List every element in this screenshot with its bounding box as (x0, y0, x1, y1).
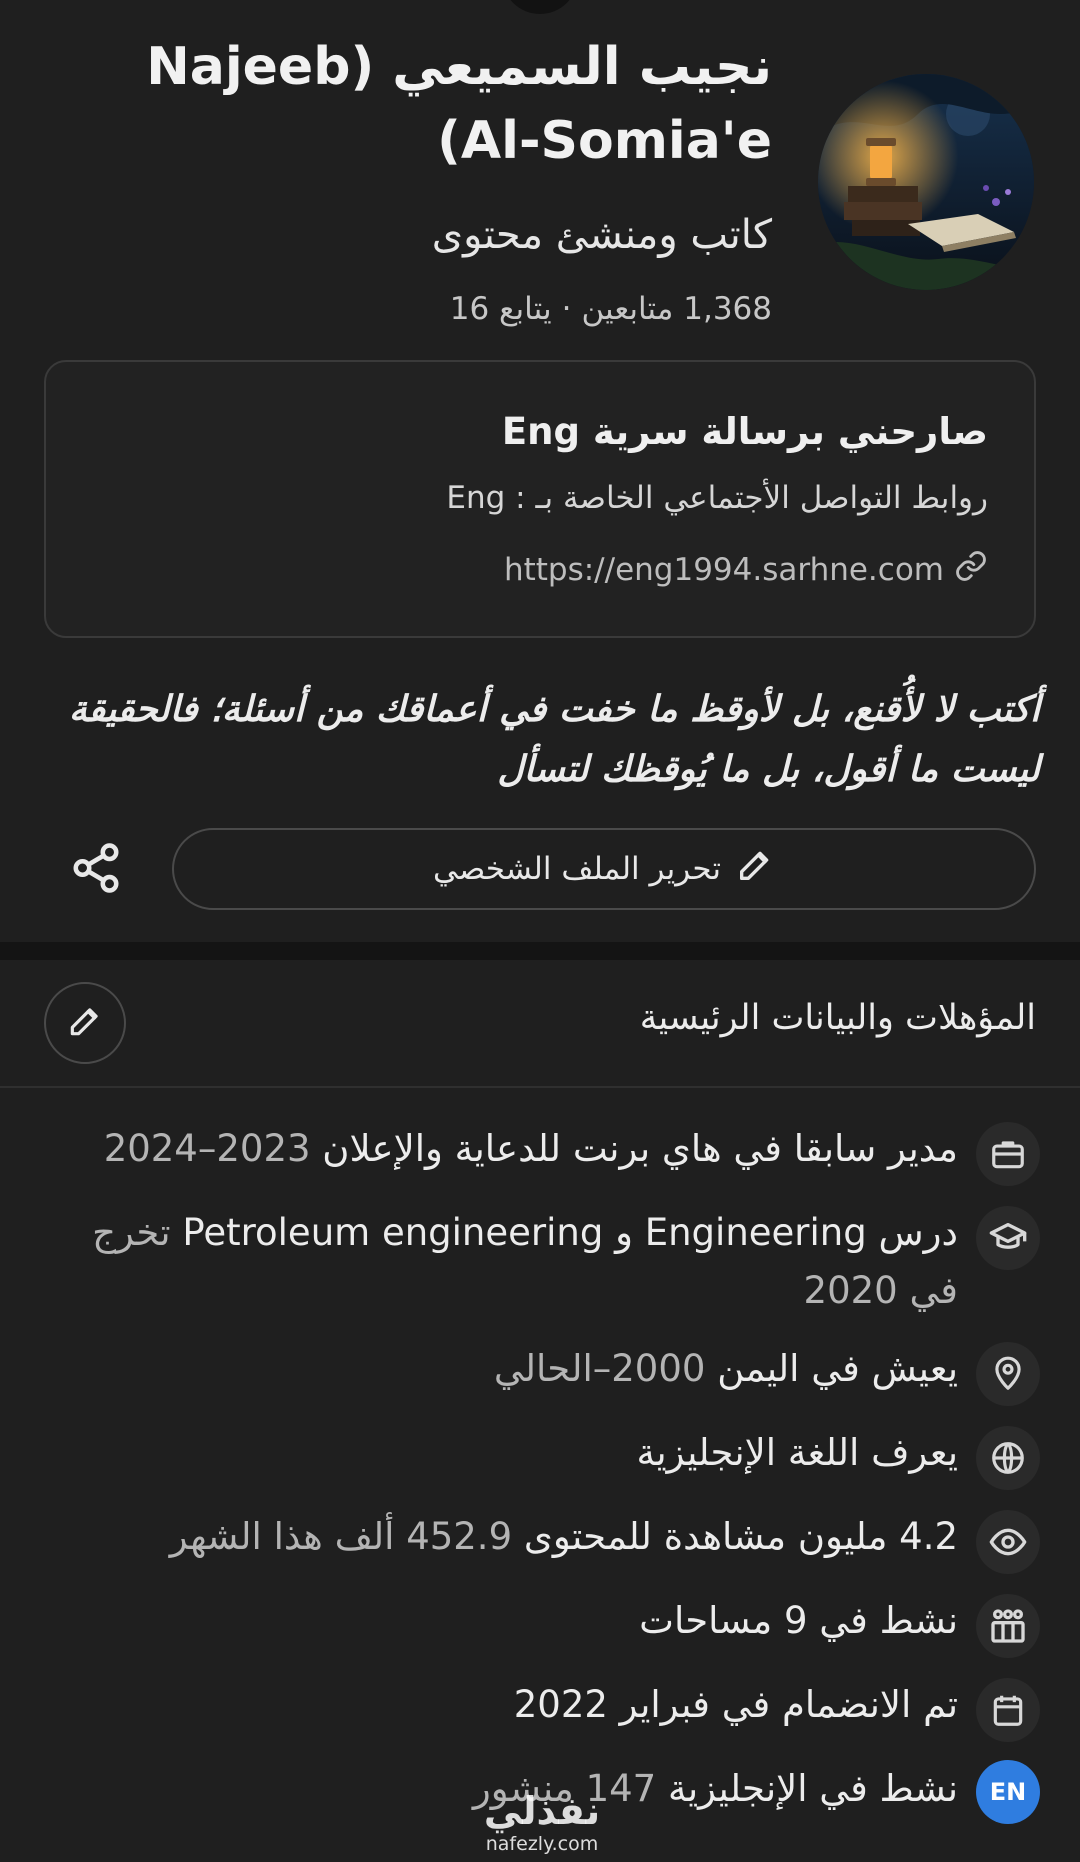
calendar-icon (976, 1678, 1040, 1742)
credential-text: يعرف اللغة الإنجليزية (636, 1431, 958, 1474)
pencil-icon (735, 845, 775, 893)
following-count[interactable]: يتابع 16 (450, 291, 552, 327)
briefcase-icon (976, 1122, 1040, 1186)
eye-icon (976, 1510, 1040, 1574)
stats-separator: · (561, 291, 572, 327)
profile-page: نجيب السميعي (Najeeb Al-Somia'e) كاتب وم… (0, 0, 1080, 1862)
credential-text: درس Engineering و Petroleum engineering … (92, 1211, 958, 1312)
credential-text: مدير سابقا في هاي برنت للدعاية والإعلان … (103, 1127, 958, 1170)
drag-handle[interactable] (502, 0, 578, 14)
link-url[interactable]: https://eng1994.sarhne.com (504, 552, 944, 588)
link-icon (954, 549, 988, 591)
credentials-header: المؤهلات والبيانات الرئيسية (0, 960, 1080, 1086)
edit-profile-label: تحرير الملف الشخصي (433, 851, 721, 887)
spaces-icon (976, 1594, 1040, 1658)
avatar[interactable] (818, 74, 1034, 290)
follow-stats: 1,368 متابعين·يتابع 16 (132, 288, 772, 330)
section-divider (0, 942, 1080, 960)
card-link[interactable]: https://eng1994.sarhne.com (108, 548, 988, 592)
card-description: روابط التواصل الأجتماعي الخاصة بـ : Eng (446, 480, 988, 516)
pencil-icon (66, 1002, 104, 1044)
credential-text: نشط في 9 مساحات (639, 1599, 958, 1642)
graduation-cap-icon (976, 1206, 1040, 1270)
credential-text: يعيش في اليمن 2000–الحالي (493, 1347, 958, 1390)
en-badge-icon: EN (976, 1760, 1040, 1824)
watermark: نفذلي nafezly.com (472, 1790, 612, 1862)
followers-count[interactable]: 1,368 متابعين (581, 291, 772, 327)
profile-headline: كاتب ومنشئ محتوى (431, 212, 772, 258)
header-divider (0, 1086, 1080, 1088)
profile-name: نجيب السميعي (Najeeb Al-Somia'e) (146, 37, 772, 171)
section-title: المؤهلات والبيانات الرئيسية (639, 998, 1036, 1038)
avatar-image (818, 74, 1034, 290)
profile-bio: أكتب لا لأُقنع، بل لأوقظ ما خفت في أعماق… (68, 689, 1040, 790)
edit-profile-button[interactable]: تحرير الملف الشخصي (172, 828, 1036, 910)
link-card[interactable]: صارحني برسالة سرية Eng روابط التواصل الأ… (44, 360, 1036, 638)
location-pin-icon (976, 1342, 1040, 1406)
share-button[interactable] (66, 838, 126, 902)
share-icon (69, 841, 123, 899)
credential-text: 4.2 مليون مشاهدة للمحتوى 452.9 ألف هذا ا… (169, 1515, 958, 1558)
globe-icon (976, 1426, 1040, 1490)
watermark-logo: نفذلي (483, 1789, 601, 1833)
credential-text: تم الانضمام في فبراير 2022 (513, 1683, 958, 1726)
watermark-url: nafezly.com (485, 1833, 599, 1855)
edit-credentials-button[interactable] (44, 982, 126, 1064)
card-title: صارحني برسالة سرية Eng (501, 410, 988, 453)
